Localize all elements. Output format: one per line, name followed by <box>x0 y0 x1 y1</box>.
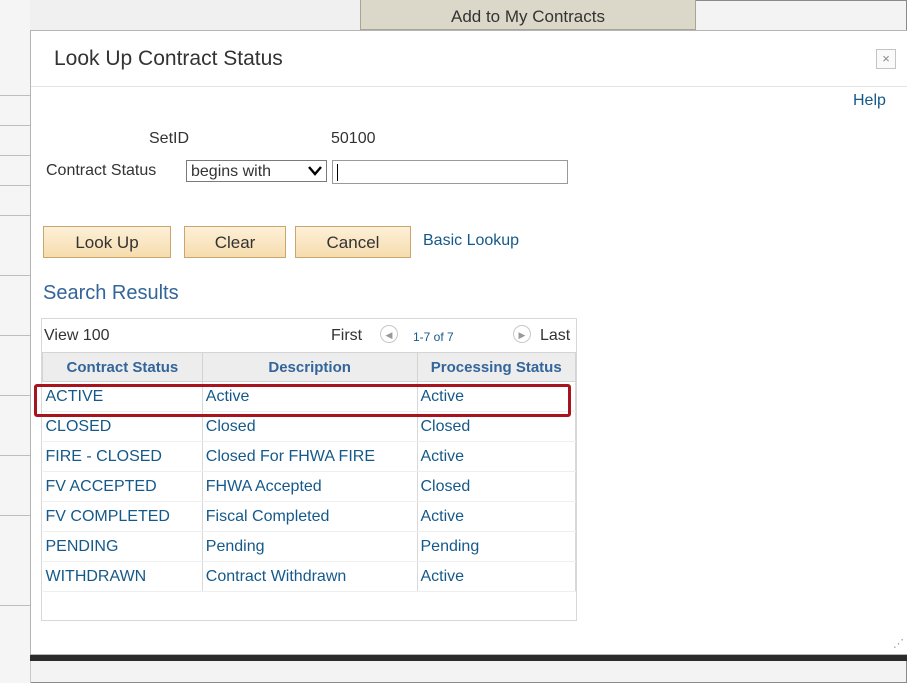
table-row[interactable]: FIRE - CLOSED Closed For FHWA FIRE Activ… <box>42 441 576 472</box>
background-header-strip <box>30 0 360 31</box>
cell-description[interactable]: Closed <box>202 411 418 442</box>
operator-selected-value: begins with <box>191 163 272 180</box>
first-link[interactable]: First <box>331 327 362 345</box>
cell-description[interactable]: FHWA Accepted <box>202 471 418 502</box>
results-table: Contract Status Description Processing S… <box>42 352 576 592</box>
grid-navigation: View 100 First ◀ 1-7 of 7 ▶ Last <box>42 319 576 349</box>
look-up-button[interactable]: Look Up <box>43 226 171 258</box>
results-grid: View 100 First ◀ 1-7 of 7 ▶ Last Contrac… <box>34 318 577 621</box>
cancel-button[interactable]: Cancel <box>295 226 411 258</box>
basic-lookup-link[interactable]: Basic Lookup <box>423 232 519 250</box>
cell-processing-status[interactable]: Closed <box>417 471 576 502</box>
dialog-title: Look Up Contract Status <box>54 47 283 70</box>
column-header-description[interactable]: Description <box>201 352 418 382</box>
cell-processing-status[interactable]: Closed <box>417 411 576 442</box>
cell-processing-status[interactable]: Active <box>417 561 576 592</box>
column-header-processing-status[interactable]: Processing Status <box>416 352 576 382</box>
cell-contract-status[interactable]: ACTIVE <box>42 381 203 412</box>
view-100-link[interactable]: View 100 <box>44 327 110 345</box>
table-header-row: Contract Status Description Processing S… <box>42 352 576 382</box>
chevron-down-icon <box>308 161 322 183</box>
background-divider <box>0 455 30 456</box>
background-divider <box>0 515 30 516</box>
table-row[interactable]: ACTIVE Active Active <box>42 381 576 412</box>
background-divider <box>0 185 30 186</box>
add-to-my-contracts-button[interactable]: Add to My Contracts <box>360 0 696 30</box>
clear-button[interactable]: Clear <box>184 226 286 258</box>
background-left-column <box>0 0 31 683</box>
dialog-title-bar: Look Up Contract Status × <box>31 31 907 87</box>
contract-status-label: Contract Status <box>46 162 157 179</box>
cell-description[interactable]: Contract Withdrawn <box>202 561 418 592</box>
cell-processing-status[interactable]: Active <box>417 441 576 472</box>
search-results-title: Search Results <box>43 282 179 304</box>
background-divider <box>0 125 30 126</box>
background-divider <box>0 275 30 276</box>
row-range: 1-7 of 7 <box>413 330 454 344</box>
cell-contract-status[interactable]: FIRE - CLOSED <box>42 441 203 472</box>
table-row[interactable]: FV ACCEPTED FHWA Accepted Closed <box>42 471 576 502</box>
table-row[interactable]: PENDING Pending Pending <box>42 531 576 562</box>
contract-status-input[interactable] <box>332 160 568 184</box>
cell-description[interactable]: Closed For FHWA FIRE <box>202 441 418 472</box>
lookup-dialog: Look Up Contract Status × Help SetID 501… <box>30 30 907 655</box>
cell-description[interactable]: Pending <box>202 531 418 562</box>
text-caret <box>337 164 338 181</box>
cell-processing-status[interactable]: Active <box>417 381 576 412</box>
column-header-contract-status[interactable]: Contract Status <box>42 352 203 382</box>
resize-grip-icon[interactable]: ⋰ <box>893 637 904 650</box>
background-divider <box>0 215 30 216</box>
background-divider <box>0 95 30 96</box>
cell-contract-status[interactable]: PENDING <box>42 531 203 562</box>
previous-icon[interactable]: ◀ <box>380 325 398 343</box>
cell-processing-status[interactable]: Active <box>417 501 576 532</box>
cell-contract-status[interactable]: CLOSED <box>42 411 203 442</box>
setid-value: 50100 <box>331 130 376 147</box>
background-divider <box>0 395 30 396</box>
cell-description[interactable]: Fiscal Completed <box>202 501 418 532</box>
cell-contract-status[interactable]: WITHDRAWN <box>42 561 203 592</box>
operator-select[interactable]: begins with <box>186 160 327 182</box>
help-link[interactable]: Help <box>853 92 886 110</box>
background-divider <box>0 605 30 606</box>
next-icon[interactable]: ▶ <box>513 325 531 343</box>
table-row[interactable]: CLOSED Closed Closed <box>42 411 576 442</box>
table-row[interactable]: WITHDRAWN Contract Withdrawn Active <box>42 561 576 592</box>
cell-processing-status[interactable]: Pending <box>417 531 576 562</box>
cell-description[interactable]: Active <box>202 381 418 412</box>
close-icon[interactable]: × <box>876 49 896 69</box>
background-divider <box>0 155 30 156</box>
cell-contract-status[interactable]: FV COMPLETED <box>42 501 203 532</box>
table-row[interactable]: FV COMPLETED Fiscal Completed Active <box>42 501 576 532</box>
background-divider <box>0 335 30 336</box>
setid-label: SetID <box>149 130 190 147</box>
cell-contract-status[interactable]: FV ACCEPTED <box>42 471 203 502</box>
last-link[interactable]: Last <box>540 327 570 345</box>
